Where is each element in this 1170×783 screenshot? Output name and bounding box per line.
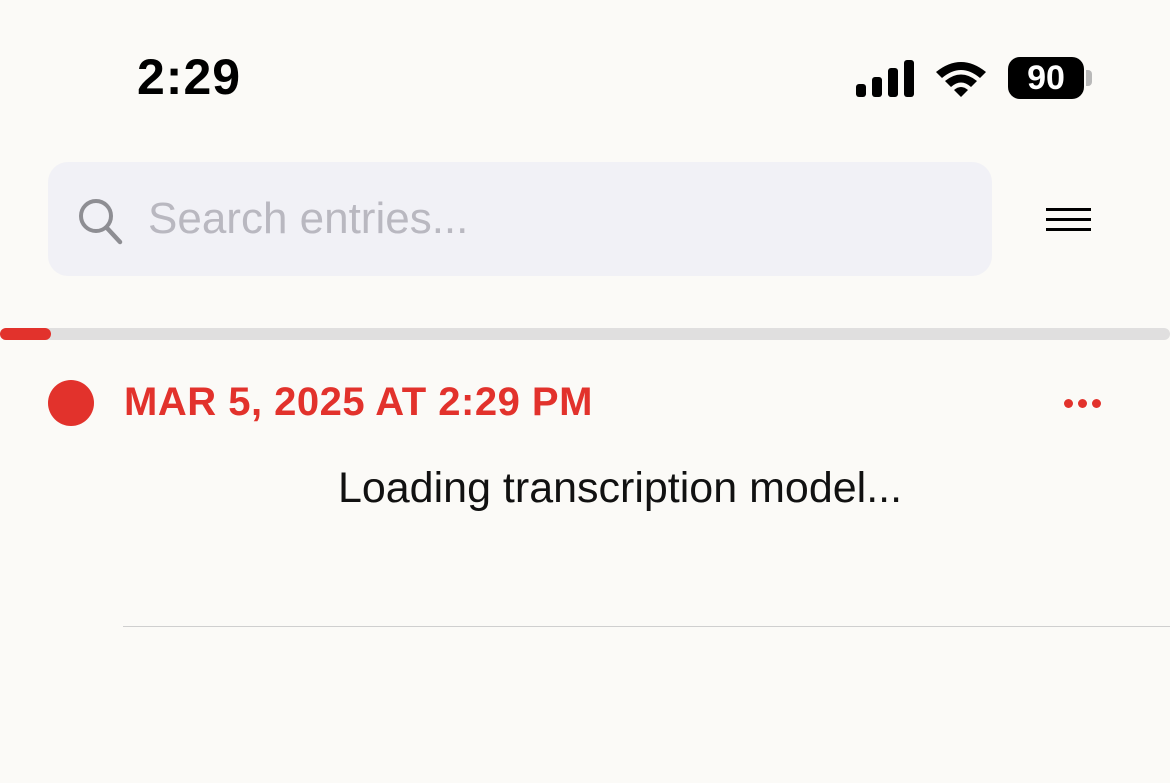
search-input[interactable] xyxy=(148,186,968,252)
entry-status-text: Loading transcription model... xyxy=(337,464,903,512)
recording-indicator xyxy=(48,380,94,426)
cellular-signal-icon xyxy=(856,60,914,97)
entry-date: MAR 5, 2025 AT 2:29 PM xyxy=(124,380,593,424)
battery-level: 90 xyxy=(1008,57,1084,99)
menu-icon-line xyxy=(1046,228,1091,231)
more-options-icon xyxy=(1064,399,1073,408)
menu-button[interactable] xyxy=(1040,200,1098,240)
search-bar[interactable] xyxy=(48,162,992,276)
progress-bar xyxy=(0,328,1170,340)
more-options-icon-dot xyxy=(1078,399,1087,408)
more-options-icon-dot xyxy=(1092,399,1101,408)
battery-icon: 90 xyxy=(1008,57,1092,99)
progress-fill xyxy=(0,328,52,340)
search-icon xyxy=(79,199,123,245)
more-options-button[interactable] xyxy=(1060,394,1106,414)
menu-icon xyxy=(1046,208,1091,211)
status-bar: 2:29 90 xyxy=(0,0,1170,140)
status-time: 2:29 xyxy=(137,49,242,105)
battery-cap xyxy=(1086,70,1092,86)
wifi-icon xyxy=(936,62,986,97)
entry-divider xyxy=(123,626,1170,627)
menu-icon-line xyxy=(1046,218,1091,221)
